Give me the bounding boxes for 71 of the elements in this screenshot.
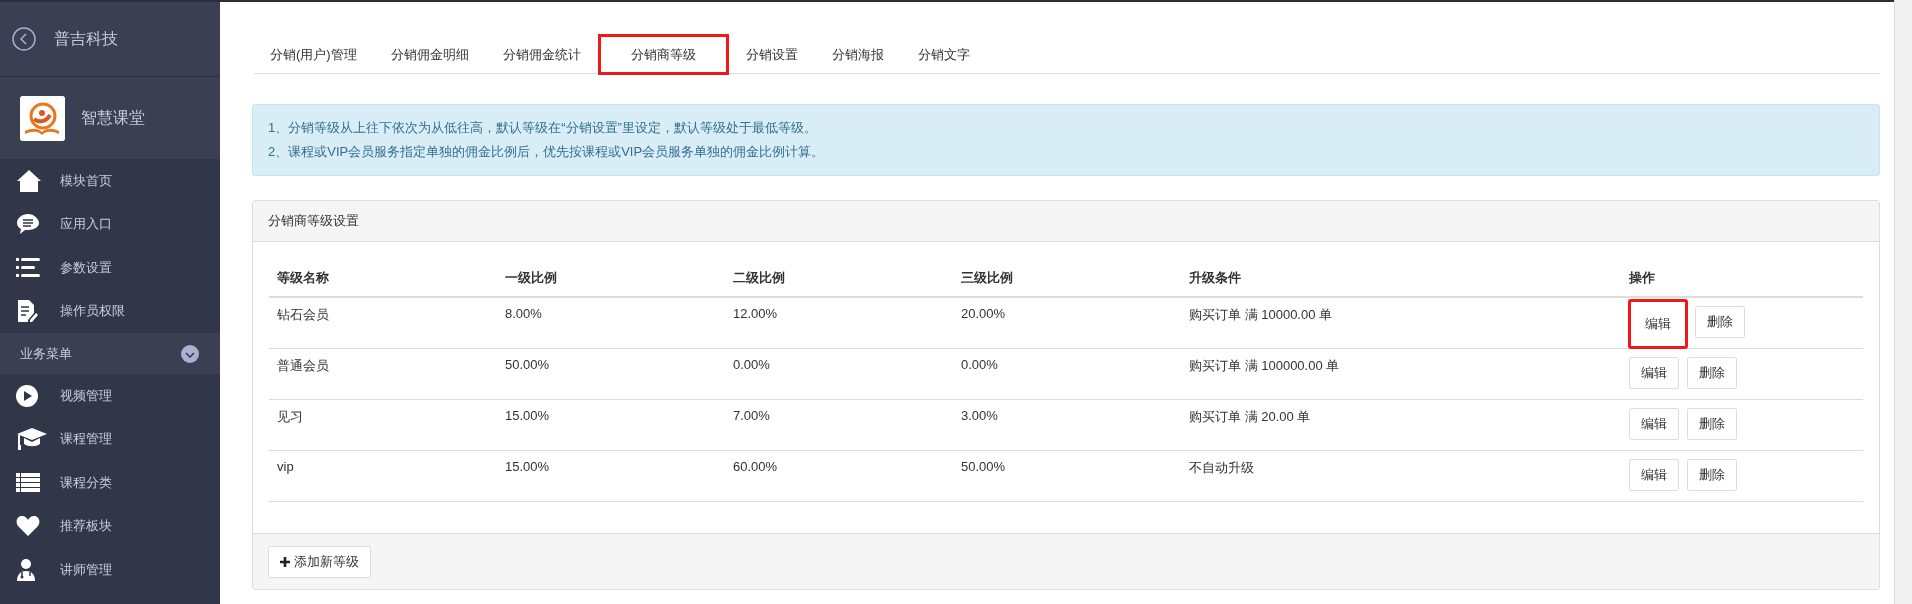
graduation-cap-icon — [16, 427, 48, 452]
tab[interactable]: 分销佣金明细 — [374, 35, 485, 73]
column-header: 一级比例 — [497, 260, 725, 297]
column-header: 二级比例 — [725, 260, 953, 297]
tab[interactable]: 分销商等级 — [598, 35, 728, 74]
table-cell: vip — [269, 450, 497, 502]
sliders-icon — [16, 256, 40, 279]
app-logo — [20, 95, 65, 141]
table-cell: 见习 — [269, 399, 497, 451]
table-cell: 0.00% — [725, 348, 953, 400]
table-cell: 0.00% — [953, 348, 1181, 400]
sidebar-item[interactable]: 课程分类 — [0, 461, 220, 505]
table-cell: 购买订单 满 100000.00 单 — [1181, 348, 1621, 400]
sidebar-item[interactable]: 参数设置 — [0, 246, 220, 290]
table-cell: 3.00% — [953, 399, 1181, 451]
table-cell: 60.00% — [725, 450, 953, 502]
table-cell: 15.00% — [497, 399, 725, 451]
edit-button[interactable]: 编辑 — [1629, 408, 1679, 440]
table-cell: 50.00% — [953, 450, 1181, 502]
table-cell: 7.00% — [725, 399, 953, 451]
company-title: 普吉科技 — [54, 28, 118, 49]
table-cell: 8.00% — [497, 297, 725, 349]
tab[interactable]: 分销佣金统计 — [486, 35, 597, 73]
app-name: 智慧课堂 — [81, 107, 145, 128]
table-cell: 普通会员 — [269, 348, 497, 400]
section-label: 业务菜单 — [20, 344, 72, 363]
table-cell: 50.00% — [497, 348, 725, 400]
table-cell: 购买订单 满 20.00 单 — [1181, 399, 1621, 451]
column-header: 三级比例 — [953, 260, 1181, 297]
tab[interactable]: 分销(用户)管理 — [254, 35, 373, 73]
chevron-icon[interactable] — [180, 343, 200, 364]
sidebar-item[interactable]: 讲师管理 — [0, 548, 220, 592]
sidebar-item[interactable]: 视频管理 — [0, 374, 220, 418]
table-cell: 15.00% — [497, 450, 725, 502]
sidebar-item[interactable]: 模块首页 — [0, 159, 220, 203]
table-cell: 钻石会员 — [269, 297, 497, 349]
table-cell: 购买订单 满 10000.00 单 — [1181, 297, 1621, 349]
table-cell: 20.00% — [953, 297, 1181, 349]
column-header: 升级条件 — [1181, 260, 1621, 297]
table-cell: 12.00% — [725, 297, 953, 349]
chat-bubble-icon — [16, 212, 40, 237]
edit-button[interactable]: 编辑 — [1629, 300, 1687, 348]
list-icon — [16, 472, 40, 493]
delete-button[interactable]: 删除 — [1695, 306, 1745, 338]
sidebar-item[interactable]: 操作员权限 — [0, 289, 220, 333]
notice-text: 1、分销等级从上往下依次为从低往高，默认等级在“分销设置”里设定，默认等级处于最低等级。 — [268, 119, 818, 137]
play-icon — [16, 384, 38, 407]
scrollbar[interactable] — [1894, 0, 1912, 604]
delete-button[interactable]: 删除 — [1687, 357, 1737, 389]
plus-icon — [280, 556, 290, 567]
delete-button[interactable]: 删除 — [1687, 408, 1737, 440]
tab[interactable]: 分销设置 — [729, 35, 814, 73]
column-header: 操作 — [1621, 260, 1863, 297]
document-edit-icon — [16, 299, 38, 324]
doctor-icon — [16, 557, 36, 582]
notice-text: 2、课程或VIP会员服务指定单独的佣金比例后，优先按课程或VIP会员服务单独的佣金比例计算。 — [268, 143, 826, 161]
sidebar-item[interactable]: 课程管理 — [0, 417, 220, 461]
table-cell: 不自动升级 — [1181, 450, 1621, 502]
edit-button[interactable]: 编辑 — [1629, 459, 1679, 491]
add-level-button[interactable]: 添加新等级 — [268, 545, 371, 578]
home-icon — [16, 168, 42, 193]
heart-icon — [16, 515, 40, 538]
edit-button[interactable]: 编辑 — [1629, 357, 1679, 389]
sidebar-item[interactable]: 推荐板块 — [0, 504, 220, 548]
tab[interactable]: 分销海报 — [815, 35, 900, 73]
sidebar-item[interactable]: 应用入口 — [0, 202, 220, 246]
back-icon[interactable] — [12, 27, 36, 51]
tab[interactable]: 分销文字 — [901, 35, 986, 73]
column-header: 等级名称 — [269, 260, 497, 297]
panel-title: 分销商等级设置 — [268, 212, 359, 230]
delete-button[interactable]: 删除 — [1687, 459, 1737, 491]
